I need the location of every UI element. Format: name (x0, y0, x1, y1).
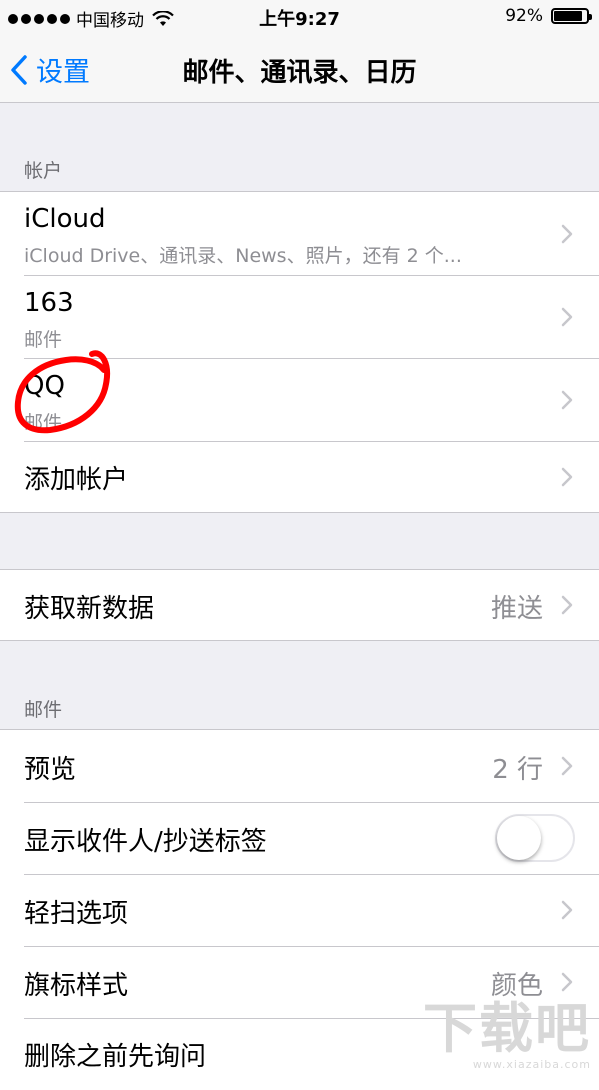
chevron-right-icon (561, 307, 573, 327)
battery-percent: 92% (505, 6, 543, 26)
accounts-section-header: 帐户 (24, 160, 63, 182)
account-row-qq[interactable]: QQ 邮件 (0, 358, 599, 441)
account-row-icloud[interactable]: iCloud iCloud Drive、通讯录、News、照片，还有 2 个..… (0, 192, 599, 275)
account-row-163[interactable]: 163 邮件 (0, 275, 599, 358)
account-title: QQ (24, 371, 65, 401)
status-bar: 中国移动 上午9:27 92% (0, 0, 599, 32)
navigation-bar: 设置 邮件、通讯录、日历 (0, 32, 599, 103)
toggle-knob (497, 816, 541, 860)
page-title: 邮件、通讯录、日历 (182, 58, 417, 88)
battery-icon (551, 8, 592, 24)
fetch-new-data-row[interactable]: 获取新数据 推送 (0, 570, 599, 640)
preview-row[interactable]: 预览 2 行 (0, 730, 599, 802)
account-subtitle: 邮件 (24, 412, 63, 434)
swipe-options-row[interactable]: 轻扫选项 (0, 874, 599, 946)
chevron-right-icon (561, 467, 573, 487)
ask-before-delete-label: 删除之前先询问 (24, 1042, 207, 1072)
accounts-group: iCloud iCloud Drive、通讯录、News、照片，还有 2 个..… (0, 191, 599, 513)
account-subtitle: iCloud Drive、通讯录、News、照片，还有 2 个... (24, 245, 462, 267)
watermark-logo: 下载吧 (423, 997, 591, 1060)
status-right: 92% (505, 6, 592, 26)
add-account-label: 添加帐户 (24, 465, 129, 495)
swipe-options-label: 轻扫选项 (24, 899, 129, 929)
account-title: iCloud (24, 204, 106, 234)
show-to-cc-label: 显示收件人/抄送标签 (24, 827, 267, 857)
fetch-group: 获取新数据 推送 (0, 569, 599, 641)
watermark: 下载吧 www.xiazaiba.com (423, 997, 591, 1072)
fetch-label: 获取新数据 (24, 594, 155, 624)
chevron-right-icon (561, 972, 573, 992)
account-title: 163 (24, 288, 74, 318)
preview-value: 2 行 (492, 755, 543, 785)
preview-label: 预览 (24, 755, 77, 785)
show-to-cc-toggle[interactable] (495, 814, 575, 862)
add-account-row[interactable]: 添加帐户 (0, 441, 599, 512)
account-subtitle: 邮件 (24, 329, 63, 351)
chevron-right-icon (561, 900, 573, 920)
flag-style-label: 旗标样式 (24, 971, 129, 1001)
chevron-right-icon (561, 595, 573, 615)
chevron-right-icon (561, 224, 573, 244)
fetch-value: 推送 (490, 594, 543, 624)
chevron-right-icon (561, 390, 573, 410)
show-to-cc-row: 显示收件人/抄送标签 (0, 802, 599, 874)
mail-section-header: 邮件 (24, 699, 63, 721)
chevron-right-icon (561, 756, 573, 776)
